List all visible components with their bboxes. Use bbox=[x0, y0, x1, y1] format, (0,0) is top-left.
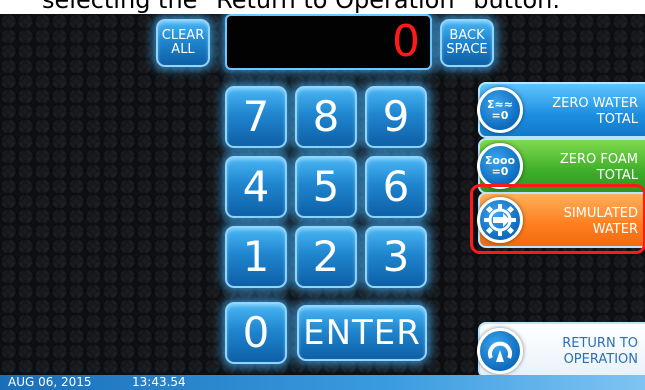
caption-text: selecting the "Return to Operation" butt… bbox=[42, 0, 560, 14]
status-bar: AUG 06, 2015 13:43.54 bbox=[0, 375, 645, 390]
digit-2-button[interactable]: 2 bbox=[295, 226, 357, 288]
digit-4-button[interactable]: 4 bbox=[225, 156, 287, 218]
water-total-icon: Σ≈≈ =0 bbox=[477, 87, 523, 133]
status-date: AUG 06, 2015 bbox=[8, 375, 92, 389]
clear-all-button[interactable]: CLEAR ALL bbox=[156, 19, 210, 67]
digit-1-button[interactable]: 1 bbox=[225, 226, 287, 288]
gear-arrow-icon bbox=[477, 197, 523, 243]
back-space-button[interactable]: BACK SPACE bbox=[440, 19, 494, 67]
value-display: 0 bbox=[225, 14, 432, 70]
digit-3-button[interactable]: 3 bbox=[365, 226, 427, 288]
control-screen: CLEAR ALL 0 BACK SPACE 7 8 9 4 5 6 1 2 3… bbox=[0, 14, 645, 390]
digit-7-button[interactable]: 7 bbox=[225, 86, 287, 148]
digit-0-button[interactable]: 0 bbox=[225, 302, 287, 364]
digit-5-button[interactable]: 5 bbox=[295, 156, 357, 218]
return-icon-graphic bbox=[488, 341, 512, 362]
digit-9-button[interactable]: 9 bbox=[365, 86, 427, 148]
foam-total-icon: Σooo =0 bbox=[477, 143, 523, 189]
gear-arrow-icon-graphic bbox=[484, 204, 516, 236]
digit-8-button[interactable]: 8 bbox=[295, 86, 357, 148]
enter-button[interactable]: ENTER bbox=[297, 305, 427, 361]
return-icon bbox=[477, 328, 523, 374]
status-time: 13:43.54 bbox=[132, 375, 186, 389]
digit-6-button[interactable]: 6 bbox=[365, 156, 427, 218]
